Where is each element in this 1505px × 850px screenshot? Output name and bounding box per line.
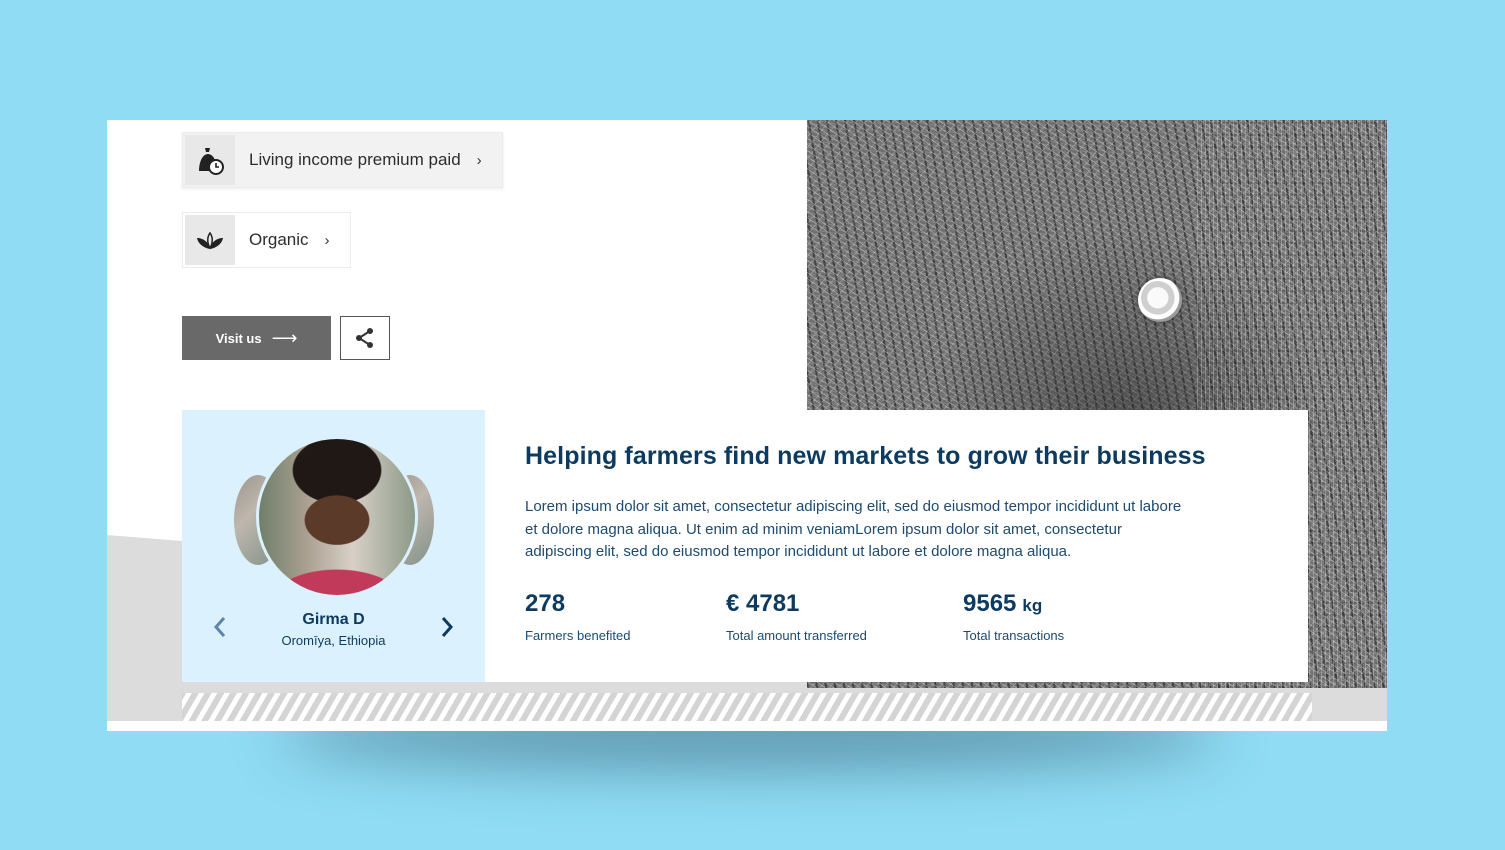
map-pin-icon[interactable] [1138,278,1182,322]
product-origin-card: Living income premium paid › Organic › V… [107,120,1387,731]
visit-us-label: Visit us [215,330,262,346]
chevron-right-icon [441,617,454,637]
stat-value: € 4781 [726,590,800,617]
bottom-edge [107,721,1387,731]
visit-us-button[interactable]: Visit us ⟶ [182,316,331,360]
money-bag-clock-icon [185,135,235,185]
certification-label: Organic [249,230,309,249]
share-button[interactable] [340,316,390,360]
carousel-prev-button[interactable] [208,612,232,642]
stat-value: 278 [525,590,566,617]
stat-caption: Farmers benefited [525,628,631,643]
certification-living-income[interactable]: Living income premium paid › [182,132,503,188]
leaf-icon [185,215,235,265]
farmer-avatar [256,436,418,598]
certification-label: Living income premium paid [249,150,461,169]
striped-divider [182,693,1312,723]
stat-caption: Total amount transferred [726,628,867,643]
chevron-right-icon: › [324,231,330,249]
carousel-next-button[interactable] [435,612,459,642]
stat-caption: Total transactions [963,628,1065,643]
share-icon [356,328,373,348]
stat-unit: kg [1022,596,1043,615]
arrow-right-icon: ⟶ [271,327,298,348]
stat-value: 9565 [963,590,1017,617]
story-body: Lorem ipsum dolor sit amet, consectetur … [525,498,1182,560]
certification-organic[interactable]: Organic › [182,212,351,268]
story-title: Helping farmers find new markets to grow… [525,442,1206,470]
chevron-left-icon [213,617,226,637]
chevron-right-icon: › [476,151,482,169]
stat-transactions: 9565 kg Total transactions [963,590,1064,643]
stat-farmers: 278 Farmers benefited [525,590,631,643]
impact-summary: Helping farmers find new markets to grow… [485,410,1308,682]
stat-amount: € 4781 Total amount transferred [726,590,867,643]
farmer-carousel: Girma D Oromīya, Ethiopia [182,410,485,682]
